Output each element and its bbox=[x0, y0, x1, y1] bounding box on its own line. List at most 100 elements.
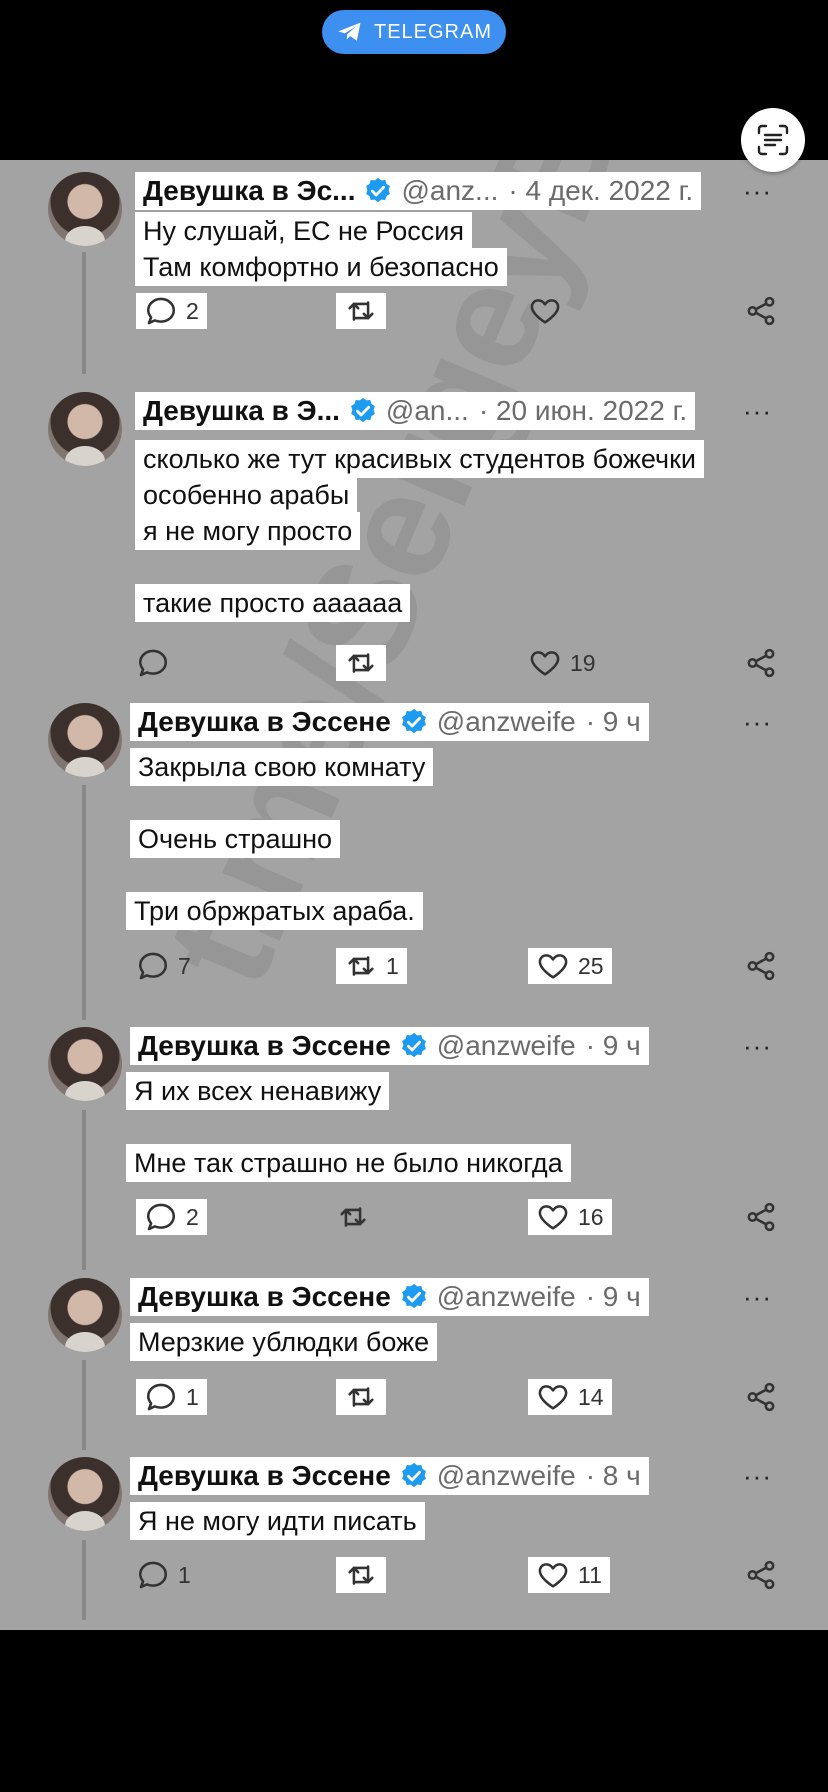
tweet-time[interactable]: · 9 ч bbox=[586, 706, 641, 738]
avatar[interactable] bbox=[48, 1457, 122, 1531]
thread-line bbox=[82, 1110, 86, 1270]
author-handle[interactable]: @anzweife bbox=[437, 1281, 576, 1313]
reply-count: 7 bbox=[178, 952, 191, 979]
top-bar: TELEGRAM bbox=[0, 0, 828, 160]
reply-button[interactable]: 1 bbox=[136, 1557, 191, 1593]
tweet-time[interactable]: · 9 ч bbox=[586, 1030, 641, 1062]
share-icon bbox=[747, 296, 775, 326]
tweet-text-line: я не могу просто bbox=[135, 512, 361, 550]
more-options-icon[interactable]: ··· bbox=[743, 707, 772, 738]
tweet-header: Девушка в Э... @an... · 20 июн. 2022 г. bbox=[135, 392, 696, 430]
heart-icon bbox=[530, 651, 560, 676]
author-handle[interactable]: @anzweife bbox=[437, 1030, 576, 1062]
author-name[interactable]: Девушка в Эссене bbox=[138, 1281, 391, 1313]
author-name[interactable]: Девушка в Эссене bbox=[138, 706, 391, 738]
reply-icon bbox=[138, 952, 168, 980]
retweet-icon bbox=[348, 1565, 374, 1585]
tweet-text-line: Я их всех ненавижу bbox=[126, 1072, 390, 1110]
tweet-text-line: Мне так страшно не было никогда bbox=[126, 1144, 571, 1182]
avatar[interactable] bbox=[48, 1027, 122, 1101]
author-name[interactable]: Девушка в Эссене bbox=[138, 1460, 391, 1492]
tweet-text-line: Три обржратых араба. bbox=[126, 892, 423, 930]
reply-icon bbox=[138, 649, 168, 677]
retweet-count: 1 bbox=[386, 952, 399, 979]
author-handle[interactable]: @anz... bbox=[401, 175, 498, 207]
author-handle[interactable]: @anzweife bbox=[437, 1460, 576, 1492]
thread-line bbox=[82, 252, 86, 374]
like-button[interactable]: 19 bbox=[528, 645, 596, 681]
telegram-label: TELEGRAM bbox=[373, 20, 493, 43]
more-options-icon[interactable]: ··· bbox=[743, 1461, 772, 1492]
share-button[interactable] bbox=[744, 1379, 778, 1415]
reply-button[interactable]: 1 bbox=[136, 1379, 207, 1415]
like-button[interactable]: 25 bbox=[528, 948, 612, 984]
author-name[interactable]: Девушка в Эссене bbox=[138, 1030, 391, 1062]
like-button[interactable] bbox=[528, 293, 562, 329]
share-button[interactable] bbox=[744, 293, 778, 329]
avatar[interactable] bbox=[48, 703, 122, 777]
share-icon bbox=[747, 648, 775, 678]
retweet-icon bbox=[348, 1387, 374, 1407]
share-icon bbox=[747, 951, 775, 981]
avatar[interactable] bbox=[48, 1278, 122, 1352]
retweet-button[interactable] bbox=[336, 645, 386, 681]
share-button[interactable] bbox=[744, 948, 778, 984]
verified-badge-icon bbox=[401, 1283, 426, 1309]
reply-icon bbox=[146, 1203, 176, 1231]
reply-count: 2 bbox=[186, 297, 199, 324]
avatar[interactable] bbox=[48, 172, 122, 246]
reply-count: 1 bbox=[178, 1561, 191, 1588]
more-options-icon[interactable]: ··· bbox=[743, 176, 772, 207]
scan-text-button[interactable] bbox=[741, 108, 805, 172]
telegram-icon bbox=[338, 22, 361, 41]
share-button[interactable] bbox=[744, 645, 778, 681]
like-count: 11 bbox=[578, 1561, 602, 1588]
tweet-header: Девушка в Эссене @anzweife · 9 ч bbox=[130, 1027, 649, 1065]
retweet-button[interactable] bbox=[336, 1199, 370, 1235]
retweet-button[interactable] bbox=[336, 1379, 386, 1415]
share-button[interactable] bbox=[744, 1199, 778, 1235]
author-handle[interactable]: @anzweife bbox=[437, 706, 576, 738]
share-button[interactable] bbox=[744, 1557, 778, 1593]
more-options-icon[interactable]: ··· bbox=[743, 1031, 772, 1062]
tweet-text-line: Там комфортно и безопасно bbox=[135, 248, 507, 286]
verified-badge-icon bbox=[401, 1462, 426, 1488]
retweet-button[interactable] bbox=[336, 293, 386, 329]
thread-line bbox=[82, 1540, 86, 1620]
tweet-header: Девушка в Эссене @anzweife · 8 ч bbox=[130, 1457, 649, 1495]
reply-button[interactable]: 7 bbox=[136, 948, 191, 984]
author-name[interactable]: Девушка в Эс... bbox=[143, 175, 355, 207]
like-count: 14 bbox=[578, 1383, 604, 1410]
tweet-time[interactable]: · 8 ч bbox=[586, 1460, 641, 1492]
reply-icon bbox=[146, 1383, 176, 1411]
author-name[interactable]: Девушка в Э... bbox=[143, 395, 340, 427]
like-button[interactable]: 14 bbox=[528, 1379, 612, 1415]
verified-badge-icon bbox=[366, 177, 391, 203]
more-options-icon[interactable]: ··· bbox=[743, 396, 772, 427]
verified-badge-icon bbox=[351, 397, 375, 423]
share-icon bbox=[747, 1202, 775, 1232]
reply-count: 2 bbox=[186, 1203, 199, 1230]
tweet-time[interactable]: · 4 дек. 2022 г. bbox=[508, 175, 693, 207]
heart-icon bbox=[538, 1563, 568, 1588]
like-button[interactable]: 16 bbox=[528, 1199, 612, 1235]
telegram-button[interactable]: TELEGRAM bbox=[322, 10, 506, 54]
reply-button[interactable]: 2 bbox=[136, 1199, 207, 1235]
heart-icon bbox=[538, 1205, 568, 1230]
retweet-button[interactable] bbox=[336, 1557, 386, 1593]
reply-button[interactable]: 2 bbox=[136, 293, 207, 329]
heart-icon bbox=[538, 954, 568, 979]
tweet-text-line: Очень страшно bbox=[130, 820, 341, 858]
like-count: 25 bbox=[578, 952, 604, 979]
avatar[interactable] bbox=[48, 392, 122, 466]
author-handle[interactable]: @an... bbox=[386, 395, 469, 427]
reply-button[interactable] bbox=[136, 645, 170, 681]
scan-text-icon bbox=[757, 124, 789, 156]
tweet-time[interactable]: · 20 июн. 2022 г. bbox=[479, 395, 687, 427]
tweet-time[interactable]: · 9 ч bbox=[586, 1281, 641, 1313]
retweet-button[interactable]: 1 bbox=[336, 948, 407, 984]
more-options-icon[interactable]: ··· bbox=[743, 1282, 772, 1313]
like-button[interactable]: 11 bbox=[528, 1557, 610, 1593]
tweet-text-line: Мерзкие ублюдки боже bbox=[130, 1323, 438, 1361]
retweet-icon bbox=[348, 301, 374, 321]
